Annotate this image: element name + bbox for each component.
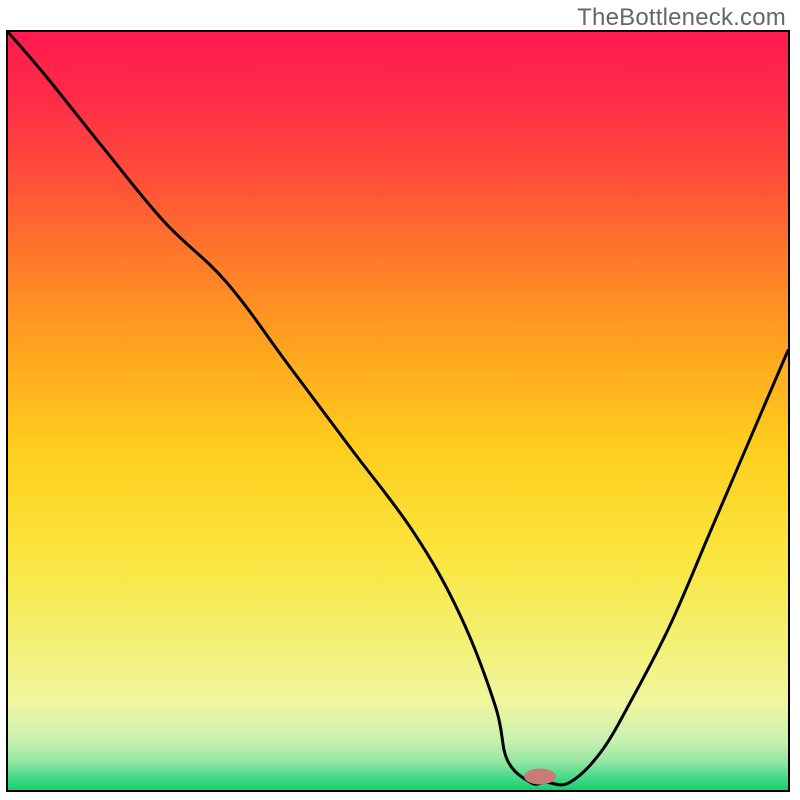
heatmap-background	[8, 32, 788, 790]
plot-svg	[8, 32, 788, 790]
optimal-marker	[524, 769, 556, 785]
plot-frame	[6, 30, 790, 792]
watermark-text: TheBottleneck.com	[577, 4, 786, 32]
